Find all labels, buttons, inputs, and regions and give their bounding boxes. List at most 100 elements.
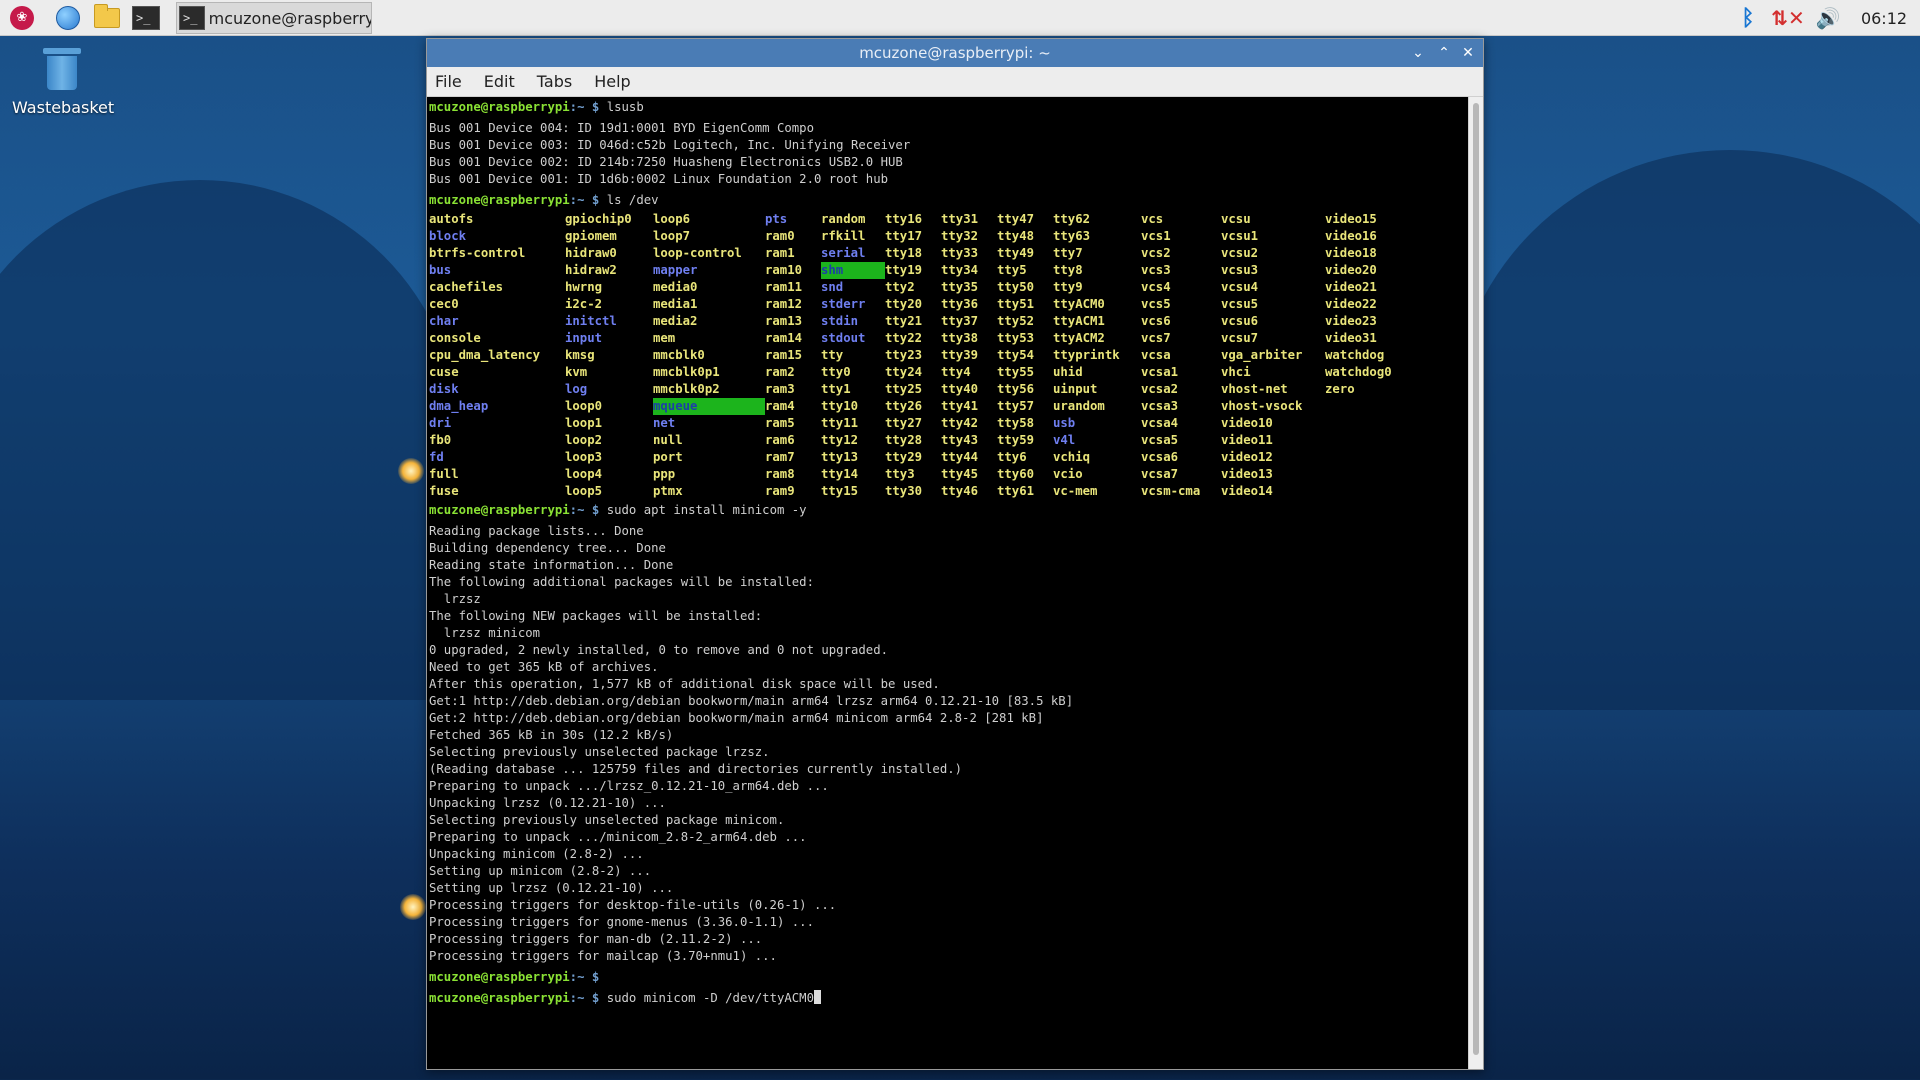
lantern-light [398,458,424,484]
dev-entry: mem [653,331,676,345]
dev-entry: tty6 [997,450,1027,464]
dev-entry: gpiomem [565,229,617,243]
dev-entry: tty55 [997,365,1035,379]
dev-entry: mapper [653,263,698,277]
window-title: mcuzone@raspberrypi: ~ [859,44,1051,62]
dev-entry: tty54 [997,348,1035,362]
dev-entry: tty43 [941,433,979,447]
dev-entry: vcsa4 [1141,416,1179,430]
dev-entry: ram3 [765,382,795,396]
background-mountain-right [1450,150,1920,710]
dev-entry: mmcblk0p2 [653,382,720,396]
bluetooth-button[interactable]: ᛒ [1734,0,1762,36]
dev-entry: vcsu7 [1221,331,1259,345]
terminal-scrollbar[interactable] [1468,97,1483,1069]
dev-entry: serial [821,246,866,260]
dev-entry: tty52 [997,314,1035,328]
dev-entry: video12 [1221,450,1273,464]
taskbar-window-button[interactable]: >_ mcuzone@raspberry... [176,2,372,34]
dev-entry: full [429,467,459,481]
terminal-launcher-button[interactable]: >_ [132,4,160,32]
terminal-output[interactable]: mcuzone@raspberrypi:~ $ lsusb Bus 001 De… [427,97,1468,1069]
dev-entry: media1 [653,297,698,311]
dev-entry: input [565,331,603,345]
dev-entry: tty46 [941,484,979,498]
menu-help[interactable]: Help [594,72,630,91]
dev-entry: snd [821,280,844,294]
dev-entry: ttyACM1 [1053,314,1105,328]
wastebasket-desktop-icon[interactable]: Wastebasket [12,48,114,117]
dev-entry: tty22 [885,331,923,345]
dev-entry: tty28 [885,433,923,447]
dev-entry: tty23 [885,348,923,362]
menu-bar: File Edit Tabs Help [427,67,1483,97]
dev-entry: tty [821,348,844,362]
dev-entry: tty21 [885,314,923,328]
dev-entry: tty1 [821,382,851,396]
dev-entry: vcs7 [1141,331,1171,345]
dev-entry: char [429,314,459,328]
dev-entry: tty38 [941,331,979,345]
raspberry-menu-button[interactable]: ❀ [8,4,36,32]
dev-entry: stdin [821,314,859,328]
prompt-line: mcuzone@raspberrypi:~ $ sudo apt install… [429,503,807,517]
dev-entry: ram10 [765,263,803,277]
window-titlebar[interactable]: mcuzone@raspberrypi: ~ ⌄ ⌃ ✕ [427,39,1483,67]
dev-entry: tty9 [1053,280,1083,294]
web-browser-button[interactable] [54,4,82,32]
taskbar-window-label: mcuzone@raspberry... [208,8,371,28]
dev-entry: tty57 [997,399,1035,413]
dev-entry: tty45 [941,467,979,481]
menu-edit[interactable]: Edit [484,72,515,91]
raspberry-pi-icon: ❀ [10,6,34,30]
dev-entry: stdout [821,331,866,345]
dev-entry: tty35 [941,280,979,294]
close-button[interactable]: ✕ [1457,39,1479,67]
dev-entry: ttyprintk [1053,348,1120,362]
dev-entry: fd [429,450,444,464]
dev-entry: video20 [1325,263,1377,277]
clock-time: 06:12 [1860,8,1908,28]
dev-entry: loop3 [565,450,603,464]
clock[interactable]: 06:12 [1856,0,1912,36]
dev-entry: tty13 [821,450,859,464]
maximize-button[interactable]: ⌃ [1433,39,1455,67]
dev-entry: vcsu4 [1221,280,1259,294]
minimize-button[interactable]: ⌄ [1407,39,1429,67]
dev-entry: tty47 [997,212,1035,226]
dev-entry: loop5 [565,484,603,498]
dev-entry: vcsa3 [1141,399,1179,413]
dev-entry: tty53 [997,331,1035,345]
dev-entry: video11 [1221,433,1273,447]
dev-entry: autofs [429,212,474,226]
lsusb-output: Bus 001 Device 004: ID 19d1:0001 BYD Eig… [429,121,911,186]
dev-entry: rfkill [821,229,866,243]
scrollbar-thumb[interactable] [1473,103,1479,1055]
dev-entry: tty26 [885,399,923,413]
dev-entry: cec0 [429,297,459,311]
dev-entry [1325,466,1421,483]
dev-entry: tty44 [941,450,979,464]
dev-entry: tty2 [885,280,915,294]
menu-tabs[interactable]: Tabs [537,72,572,91]
dev-entry: fuse [429,484,459,498]
volume-button[interactable]: 🔊 [1812,0,1844,36]
dev-entry: vcsa5 [1141,433,1179,447]
dev-entry: tty39 [941,348,979,362]
dev-entry: video31 [1325,331,1377,345]
ls-dev-listing: autofs gpiochip0 loop6 pts random tty16 tty31 t… [427,211,1468,500]
network-button[interactable]: ⇅✕ [1771,0,1805,36]
dev-entry: tty11 [821,416,859,430]
dev-entry: tty16 [885,212,923,226]
dev-entry: ram9 [765,484,795,498]
file-manager-button[interactable] [93,4,121,32]
dev-entry: ram4 [765,399,795,413]
dev-entry: cachefiles [429,280,504,294]
menu-file[interactable]: File [435,72,462,91]
dev-entry: usb [1053,416,1076,430]
dev-entry: vcsa [1141,348,1171,362]
dev-entry: loop-control [653,246,742,260]
prompt-line: mcuzone@raspberrypi:~ $ lsusb [429,100,644,114]
dev-entry: vcsu2 [1221,246,1259,260]
dev-entry: mqueue [653,398,765,415]
